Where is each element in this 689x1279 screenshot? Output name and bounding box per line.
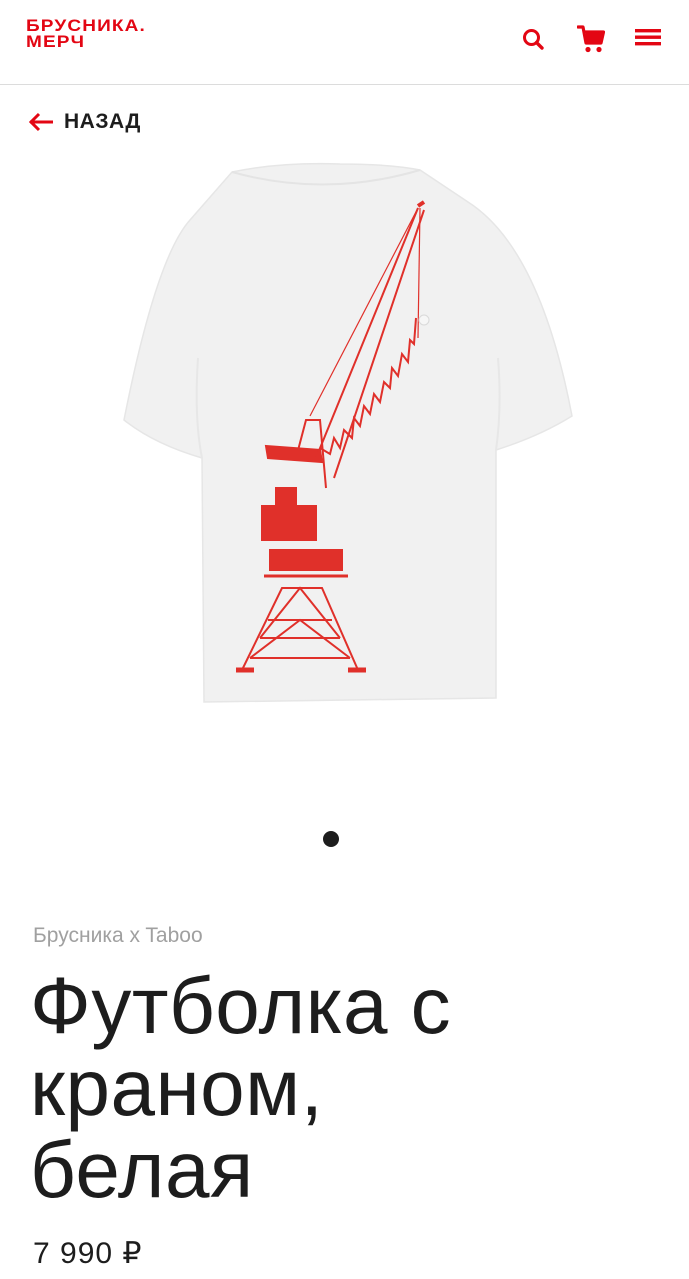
site-header: БРУСНИКА. МЕРЧ	[0, 0, 689, 85]
logo-line-2: МЕРЧ	[26, 32, 86, 51]
product-title: Футболка с краном, белая	[30, 965, 650, 1211]
cart-icon	[577, 25, 605, 53]
product-price: 7 990 ₽	[33, 1237, 143, 1270]
tshirt-with-crane-image	[123, 162, 573, 703]
back-label: НАЗАД	[64, 110, 141, 133]
brand-logo[interactable]: БРУСНИКА. МЕРЧ	[26, 17, 146, 51]
product-title-line-3: белая	[30, 1125, 254, 1214]
menu-button[interactable]	[633, 22, 663, 52]
product-page: БРУСНИКА. МЕРЧ НАЗАД Брусника x Taboo Фу…	[0, 0, 689, 1279]
search-icon	[523, 29, 544, 50]
product-image[interactable]	[120, 158, 576, 706]
product-title-line-1: Футболка с	[30, 961, 452, 1050]
back-link[interactable]: НАЗАД	[28, 110, 141, 134]
product-brand: Брусника x Taboo	[33, 924, 203, 947]
arrow-left-icon	[28, 112, 53, 132]
cart-button[interactable]	[576, 24, 606, 54]
carousel-dot-active[interactable]	[323, 831, 339, 847]
menu-icon	[635, 29, 661, 46]
product-title-line-2: краном,	[30, 1043, 324, 1132]
search-button[interactable]	[518, 24, 548, 54]
